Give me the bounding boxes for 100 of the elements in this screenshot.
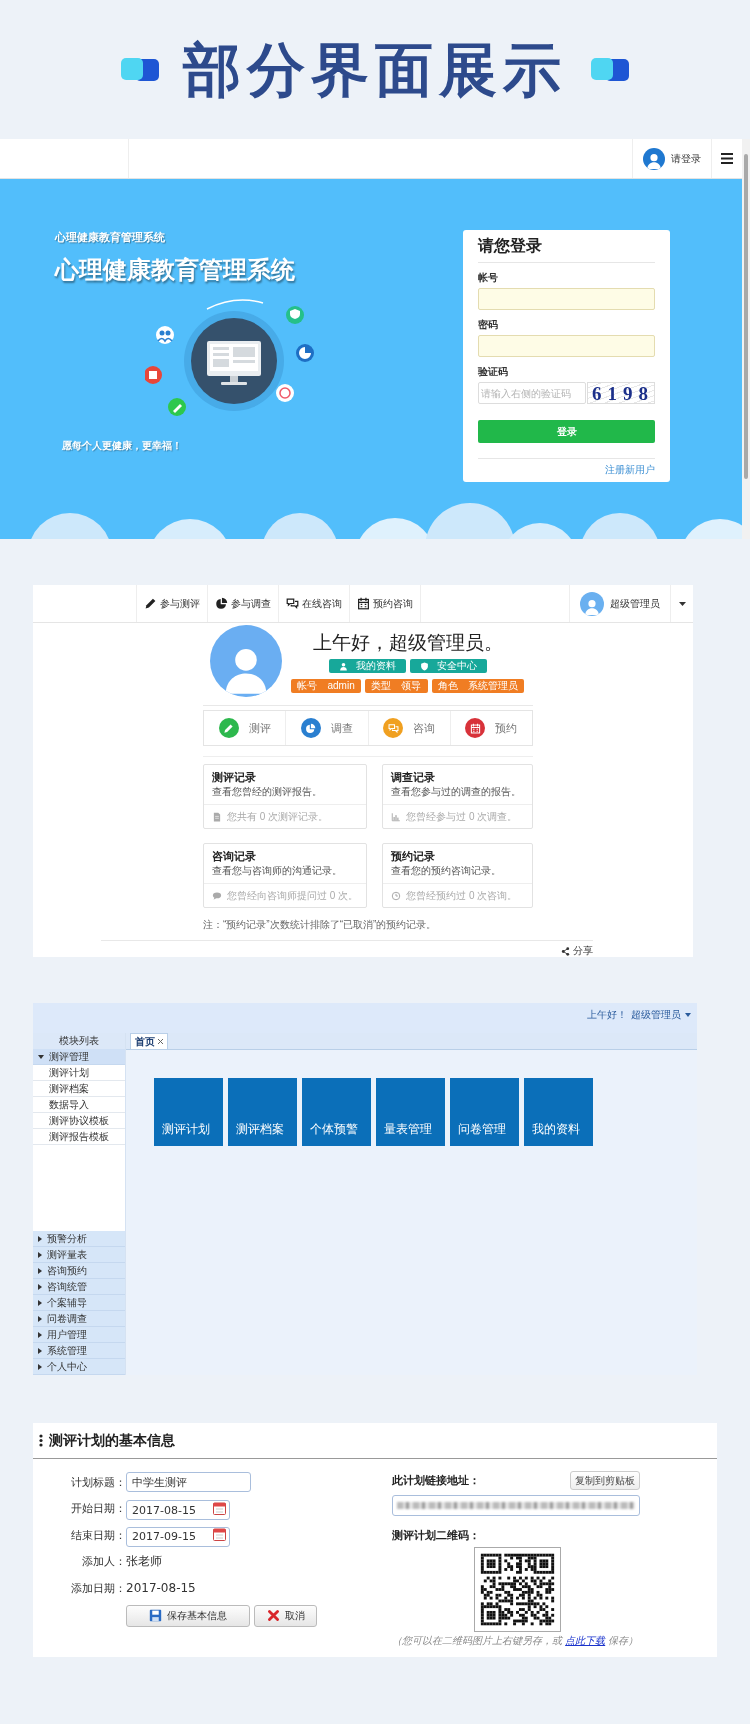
info-tag: 帐号 admin	[290, 679, 361, 693]
squares-icon	[119, 56, 161, 83]
caret-icon[interactable]	[678, 601, 686, 606]
cross-icon	[266, 1609, 280, 1622]
card-footer-text: 您曾经参与过 0 次调查。	[406, 810, 518, 823]
sidebar-item[interactable]: 测评计划	[33, 1065, 125, 1081]
date-field[interactable]: 2017-08-15	[126, 1500, 230, 1521]
card-footer-text: 您共有 0 次测评记录。	[227, 810, 329, 823]
module-tile[interactable]: 问卷管理	[450, 1078, 519, 1146]
sidebar-group[interactable]: 测评量表	[33, 1247, 125, 1263]
info-tag: 类型 领导	[364, 679, 428, 693]
register-link[interactable]: 注册新用户	[605, 463, 655, 477]
cancel-button[interactable]: 取消	[254, 1604, 317, 1627]
share-link[interactable]: 分享	[561, 944, 593, 958]
info-tag: 角色 系统管理员	[431, 679, 525, 693]
field-label: 计划标题：	[70, 1474, 126, 1490]
field-label: 密码	[478, 318, 498, 332]
card-title: 预约记录	[390, 849, 437, 864]
field-label: 开始日期：	[70, 1501, 126, 1517]
module-tile[interactable]: 我的资料	[524, 1078, 593, 1146]
account-field[interactable]	[478, 288, 655, 310]
caret-icon	[38, 1235, 42, 1242]
sidebar-group[interactable]: 咨询预约	[33, 1263, 125, 1279]
shortcut-tile[interactable]: 测评	[204, 711, 286, 745]
date-field[interactable]: 2017-09-15	[126, 1526, 230, 1547]
avatar-icon	[580, 591, 604, 616]
nav-item[interactable]: 预约咨询	[350, 585, 421, 622]
sidebar-title: 模块列表	[33, 1033, 125, 1049]
caret-icon	[38, 1347, 42, 1354]
download-link[interactable]: 点此下载	[565, 1635, 606, 1646]
card-title: 咨询记录	[211, 849, 257, 864]
text-field[interactable]: 中学生测评	[126, 1472, 251, 1493]
caret-icon	[38, 1315, 42, 1322]
sidebar-group[interactable]: 用户管理	[33, 1327, 125, 1343]
sidebar-item[interactable]: 数据导入	[33, 1097, 125, 1113]
system-subtitle: 心理健康教育管理系统	[55, 230, 165, 244]
user-menu[interactable]: 请登录	[632, 139, 711, 178]
section-title: 测评计划的基本信息	[49, 1431, 175, 1450]
module-tile[interactable]: 测评档案	[228, 1078, 297, 1146]
nav-item[interactable]: 参与测评	[137, 585, 208, 622]
sidebar-group[interactable]: 个案辅导	[33, 1295, 125, 1311]
shortcut-tile[interactable]: 调查	[285, 711, 368, 745]
vertical-dots-icon	[39, 1434, 43, 1447]
pie-chart-icon	[215, 597, 228, 610]
close-icon[interactable]	[158, 1039, 163, 1044]
card-description: 查看您与咨询师的沟通记录。	[211, 864, 343, 877]
calendar-icon[interactable]	[213, 1528, 226, 1542]
field-label: 帐号	[478, 271, 498, 285]
sidebar-group[interactable]: 问卷调查	[33, 1311, 125, 1327]
menu-icon[interactable]	[721, 153, 733, 164]
card-description: 查看您参与过的调查的报告。	[390, 785, 523, 798]
qr-hint: （您可以在二维码图片上右键另存，或 点此下载 保存）	[392, 1634, 639, 1648]
copy-button[interactable]: 复制到剪贴板	[570, 1471, 640, 1490]
caret-icon	[38, 1299, 42, 1306]
field-value: 2017-08-15	[126, 1581, 196, 1596]
field-label: 添加人：	[81, 1554, 126, 1570]
card-description: 查看您的预约咨询记录。	[390, 864, 503, 877]
sidebar-group[interactable]: 预警分析	[33, 1231, 125, 1247]
link-field[interactable]	[392, 1495, 640, 1516]
field-value: 张老师	[126, 1553, 162, 1571]
clock-icon	[391, 890, 402, 901]
caret-icon	[38, 1267, 42, 1274]
sidebar-item[interactable]: 测评协议模板	[33, 1113, 125, 1129]
field-label: 验证码	[478, 365, 508, 379]
sidebar-group[interactable]: 系统管理	[33, 1343, 125, 1359]
shortcut-tile[interactable]: 预约	[449, 711, 532, 745]
user-menu[interactable]: 超级管理员	[569, 585, 670, 622]
card-title: 调查记录	[390, 770, 437, 785]
slogan: 愿每个人更健康，更幸福！	[62, 440, 182, 452]
save-button[interactable]: 保存基本信息	[126, 1604, 250, 1627]
nav-item[interactable]: 在线咨询	[279, 585, 350, 622]
user-menu[interactable]: 超级管理员	[631, 1009, 681, 1021]
chat-bubbles-icon	[286, 597, 299, 610]
card-footer-text: 您曾经预约过 0 次咨询。	[406, 889, 518, 902]
caret-icon	[38, 1363, 42, 1370]
sidebar-group[interactable]: 测评管理	[33, 1049, 125, 1065]
sidebar-group[interactable]: 咨询统管	[33, 1279, 125, 1295]
password-field[interactable]	[478, 335, 655, 357]
module-tile[interactable]: 测评计划	[154, 1078, 223, 1146]
shortcut-tile[interactable]: 咨询	[367, 711, 450, 745]
calendar-icon[interactable]	[213, 1501, 226, 1515]
sidebar-item[interactable]: 测评报告模板	[33, 1129, 125, 1145]
sidebar-group[interactable]: 个人中心	[33, 1359, 125, 1375]
nav-item[interactable]: 参与调查	[208, 585, 279, 622]
sidebar-item[interactable]: 测评档案	[33, 1081, 125, 1097]
captcha-field[interactable]: 请输入右侧的验证码	[478, 382, 586, 404]
shield-icon	[419, 661, 429, 671]
module-tile[interactable]: 量表管理	[376, 1078, 445, 1146]
captcha-image: 6198	[587, 382, 655, 404]
caret-icon	[38, 1283, 42, 1290]
avatar-icon	[643, 147, 665, 170]
system-title: 心理健康教育管理系统	[55, 255, 295, 285]
user-icon	[338, 661, 348, 671]
greeting: 上午好！	[587, 1009, 627, 1021]
module-tile[interactable]: 个体预警	[302, 1078, 371, 1146]
bar-chart-icon	[391, 811, 402, 822]
scrollbar[interactable]	[742, 139, 750, 539]
tab[interactable]: 首页	[130, 1033, 168, 1049]
share-icon[interactable]	[561, 946, 570, 956]
card-title: 测评记录	[211, 770, 257, 785]
